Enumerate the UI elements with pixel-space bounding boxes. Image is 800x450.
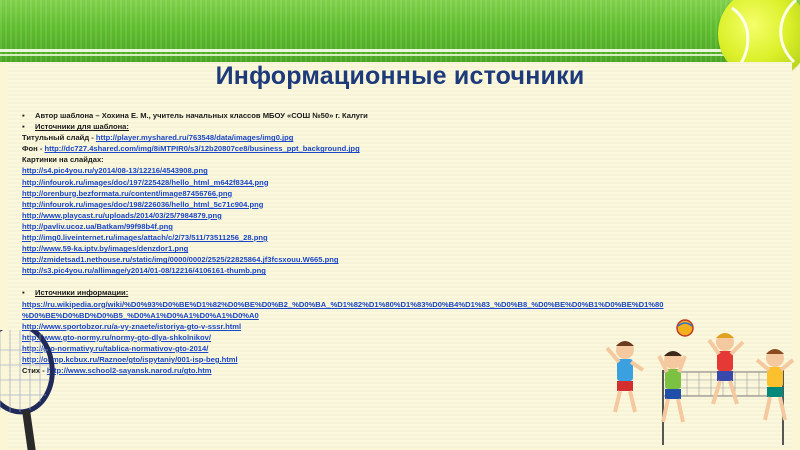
poems-link[interactable]: http://www.school2-sayansk.narod.ru/gto.… (47, 366, 212, 375)
background-row: Фон - http://dc727.4shared.com/img/8iMTP… (22, 143, 792, 154)
author-item: ▪ Автор шаблона – Хохина Е. М., учитель н… (22, 110, 792, 121)
grass-header (0, 0, 800, 62)
info-sources-item: ▪ Источники информации: (22, 287, 792, 298)
bullet-square-icon: ▪ (22, 288, 25, 298)
field-line-secondary (0, 54, 800, 56)
picture-link[interactable]: http://img0.liveinternet.ru/images/attac… (22, 233, 268, 242)
pictures-label: Картинки на слайдах: (22, 155, 104, 165)
title-slide-row: Титульный слайд - http://player.myshared… (22, 132, 792, 143)
picture-link[interactable]: http://orenburg.bezformata.ru/content/im… (22, 189, 232, 198)
page-title: Информационные источники (215, 62, 585, 90)
template-sources-heading: Источники для шаблона: (35, 122, 129, 132)
picture-link[interactable]: http://infourok.ru/images/doc/198/226036… (22, 200, 263, 209)
picture-link[interactable]: http://zmidetsad1.nethouse.ru/static/img… (22, 255, 339, 264)
picture-link[interactable]: http://s3.pic4you.ru/allimage/y2014/01-0… (22, 266, 266, 275)
info-link[interactable]: %D0%BE%D0%BD%D0%B5_%D0%A1%D0%A1%D0%A1%D0… (22, 311, 259, 320)
bullet-square-icon: ▪ (22, 122, 25, 132)
tennis-racket-icon (0, 330, 55, 450)
template-sources-item: ▪ Источники для шаблона: (22, 121, 792, 132)
info-sources-heading: Источники информации: (35, 288, 129, 298)
picture-link[interactable]: http://www.59-ka.iptv.by/images/denzdor1… (22, 244, 188, 253)
info-link[interactable]: https://ru.wikipedia.org/wiki/%D0%93%D0%… (22, 300, 664, 309)
title-slide-link[interactable]: http://player.myshared.ru/763548/data/im… (96, 133, 294, 142)
picture-link[interactable]: http://infourok.ru/images/doc/197/225428… (22, 178, 268, 187)
bullet-square-icon: ▪ (22, 111, 25, 120)
background-label: Фон - (22, 144, 45, 154)
slide: Информационные источники ▪ Автор шаблона … (0, 0, 800, 450)
picture-link[interactable]: http://pavliv.ucoz.ua/Batkam/99f98b4f.pn… (22, 222, 173, 231)
author-text: Автор шаблона – Хохина Е. М., учитель на… (35, 111, 368, 120)
background-link[interactable]: http://dc727.4shared.com/img/8iMTPIR0/s3… (44, 144, 359, 153)
picture-link[interactable]: http://s4.pic4you.ru/y2014/08-13/12216/4… (22, 166, 208, 175)
field-line (0, 49, 800, 52)
picture-link[interactable]: http://www.playcast.ru/uploads/2014/03/2… (22, 211, 222, 220)
children-volleyball-icon (605, 319, 795, 445)
title-slide-label: Титульный слайд - (22, 133, 96, 143)
